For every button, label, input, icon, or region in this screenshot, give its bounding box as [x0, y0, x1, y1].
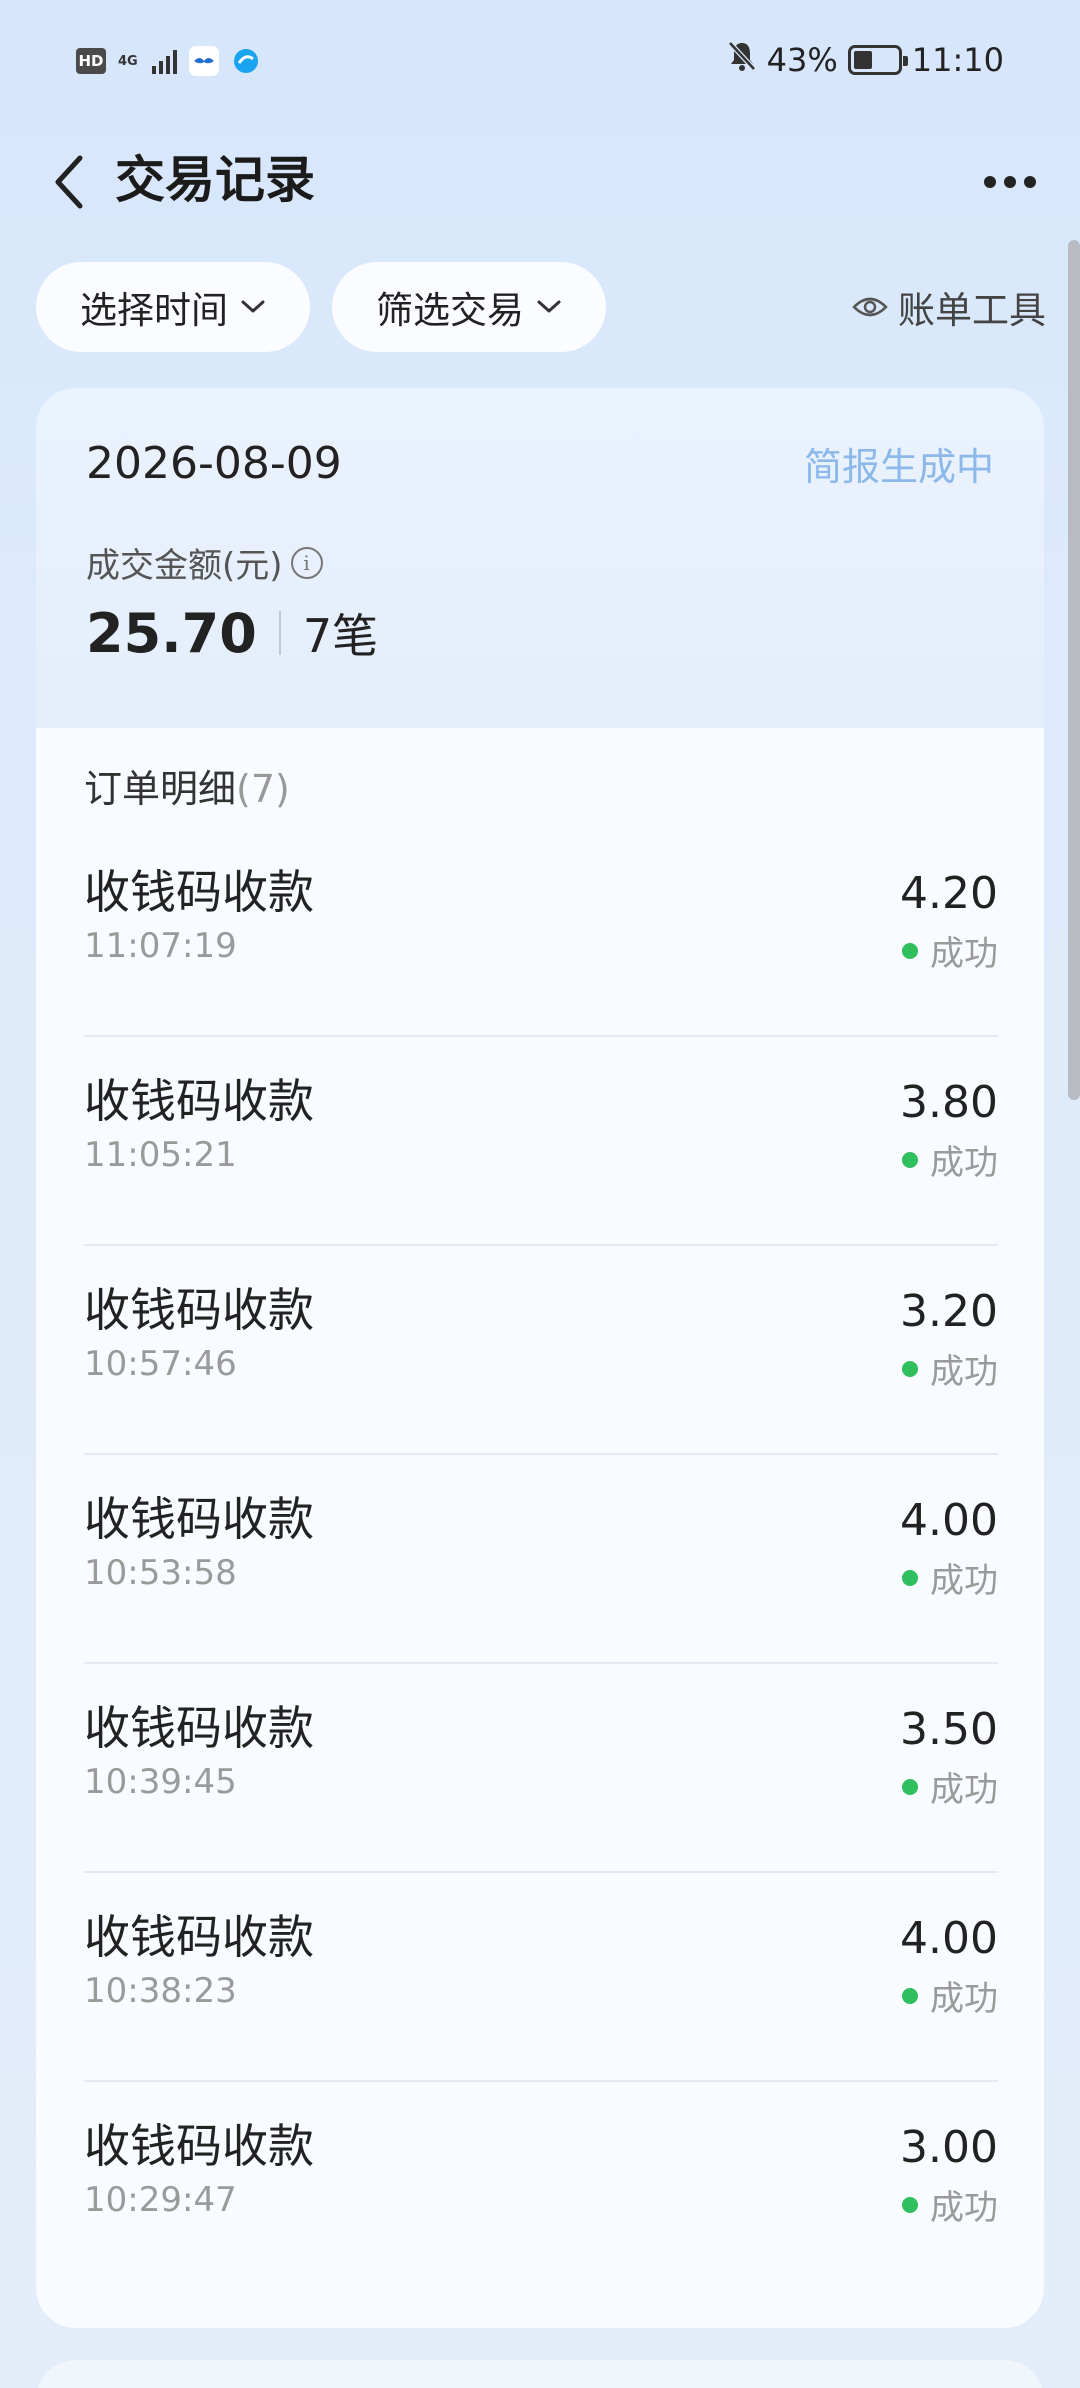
order-row[interactable]: 收钱码收款 10:57:46 3.20 成功: [84, 1246, 998, 1455]
success-dot-icon: [902, 942, 918, 959]
back-button[interactable]: [30, 142, 110, 222]
order-time: 10:39:45: [84, 1762, 237, 1802]
app-bird-icon: [189, 46, 219, 76]
select-time-dropdown[interactable]: 选择时间: [36, 262, 310, 352]
amount-label-row: 成交金额(元) i: [86, 538, 323, 587]
order-status: 成功: [902, 1971, 998, 2020]
order-status: 成功: [902, 1344, 998, 1393]
daily-summary: 2026-08-09 简报生成中 成交金额(元) i 25.70 7笔: [36, 388, 1044, 728]
order-time: 11:07:19: [84, 926, 237, 966]
network-type: 4G: [118, 53, 138, 69]
order-title: 收钱码收款: [84, 1283, 314, 1337]
battery-percent: 43%: [766, 41, 838, 79]
hd-icon: HD: [76, 48, 106, 74]
order-row[interactable]: 收钱码收款 10:53:58 4.00 成功: [84, 1455, 998, 1664]
transaction-records-page: HD 4G 43% 11:10 交易记录 选择时间 筛选交易 账单工具 2026…: [0, 0, 1080, 2388]
order-status: 成功: [902, 1135, 998, 1184]
order-title: 收钱码收款: [84, 1492, 314, 1546]
order-amount: 3.80: [900, 1077, 998, 1128]
order-amount: 4.00: [900, 1495, 998, 1546]
order-row[interactable]: 收钱码收款 10:39:45 3.50 成功: [84, 1664, 998, 1873]
eye-icon: [852, 297, 888, 317]
more-dot-icon: [984, 176, 996, 188]
success-dot-icon: [902, 2196, 918, 2213]
order-time: 10:38:23: [84, 1971, 237, 2011]
brief-status[interactable]: 简报生成中: [804, 436, 994, 491]
status-bar: HD 4G 43% 11:10: [0, 0, 1080, 130]
order-amount: 4.20: [900, 868, 998, 919]
order-status-label: 成功: [930, 1352, 998, 1392]
success-dot-icon: [902, 1987, 918, 2004]
battery-fill: [853, 51, 872, 69]
bill-tools-button[interactable]: 账单工具: [852, 262, 1046, 352]
order-status-label: 成功: [930, 1143, 998, 1183]
order-status: 成功: [902, 1762, 998, 1811]
select-time-label: 选择时间: [80, 289, 228, 332]
status-bar-left: HD 4G: [76, 46, 261, 76]
scrollbar[interactable]: [1068, 240, 1080, 1100]
order-status-label: 成功: [930, 934, 998, 974]
summary-date: 2026-08-09: [86, 438, 342, 489]
transaction-count: 7笔: [302, 609, 379, 663]
amount-row: 25.70 7笔: [86, 600, 378, 666]
page-title: 交易记录: [115, 151, 315, 209]
app-browser-icon: [231, 46, 261, 76]
order-status-label: 成功: [930, 1561, 998, 1601]
order-time: 11:05:21: [84, 1135, 237, 1175]
order-title: 收钱码收款: [84, 1074, 314, 1128]
order-title: 收钱码收款: [84, 1910, 314, 1964]
clock: 11:10: [911, 41, 1004, 79]
order-title: 收钱码收款: [84, 2119, 314, 2173]
order-title: 收钱码收款: [84, 1701, 314, 1755]
filter-transactions-label: 筛选交易: [376, 289, 524, 332]
signal-icon: [152, 48, 177, 74]
more-dot-icon: [1024, 176, 1036, 188]
chevron-left-icon: [55, 155, 83, 209]
order-details-title: 订单明细: [84, 767, 237, 811]
order-amount: 3.00: [900, 2122, 998, 2173]
success-dot-icon: [902, 1778, 918, 1795]
order-time: 10:29:47: [84, 2180, 237, 2220]
divider: [278, 611, 281, 655]
bill-tools-label: 账单工具: [898, 289, 1046, 332]
order-time: 10:57:46: [84, 1344, 237, 1384]
chevron-down-icon: [241, 300, 265, 313]
order-row[interactable]: 收钱码收款 10:38:23 4.00 成功: [84, 1873, 998, 2082]
order-row[interactable]: 收钱码收款 11:07:19 4.20 成功: [84, 828, 998, 1037]
transaction-card: 2026-08-09 简报生成中 成交金额(元) i 25.70 7笔 订单明细…: [36, 388, 1044, 2328]
status-bar-right: 43% 11:10: [727, 40, 1004, 80]
order-time: 10:53:58: [84, 1553, 237, 1593]
order-details: 订单明细(7) 收钱码收款 11:07:19 4.20 成功 收钱码收款 11:05:21…: [36, 728, 1044, 2328]
order-amount: 3.50: [900, 1704, 998, 1755]
order-details-count: (7): [236, 767, 290, 811]
success-dot-icon: [902, 1360, 918, 1377]
next-day-card: [36, 2360, 1044, 2388]
chevron-down-icon: [537, 300, 561, 313]
order-details-header: 订单明细(7): [84, 758, 290, 813]
filter-bar: 选择时间 筛选交易 账单工具: [36, 262, 1046, 352]
amount-label: 成交金额(元): [86, 546, 283, 586]
order-status: 成功: [902, 926, 998, 975]
order-row[interactable]: 收钱码收款 11:05:21 3.80 成功: [84, 1037, 998, 1246]
bell-muted-icon: [727, 40, 757, 80]
app-header: 交易记录: [0, 130, 1080, 240]
more-dot-icon: [1004, 176, 1016, 188]
order-amount: 4.00: [900, 1913, 998, 1964]
order-status: 成功: [902, 1553, 998, 1602]
order-status: 成功: [902, 2180, 998, 2229]
order-row[interactable]: 收钱码收款 10:29:47 3.00 成功: [84, 2082, 998, 2291]
order-status-label: 成功: [930, 1979, 998, 2019]
success-dot-icon: [902, 1151, 918, 1168]
more-button[interactable]: [970, 142, 1050, 222]
total-amount: 25.70: [86, 601, 257, 665]
battery-icon: [847, 45, 908, 75]
order-status-label: 成功: [930, 2188, 998, 2228]
info-icon[interactable]: i: [290, 546, 323, 579]
filter-transactions-dropdown[interactable]: 筛选交易: [332, 262, 606, 352]
success-dot-icon: [902, 1569, 918, 1586]
order-title: 收钱码收款: [84, 865, 314, 919]
order-amount: 3.20: [900, 1286, 998, 1337]
order-status-label: 成功: [930, 1770, 998, 1810]
